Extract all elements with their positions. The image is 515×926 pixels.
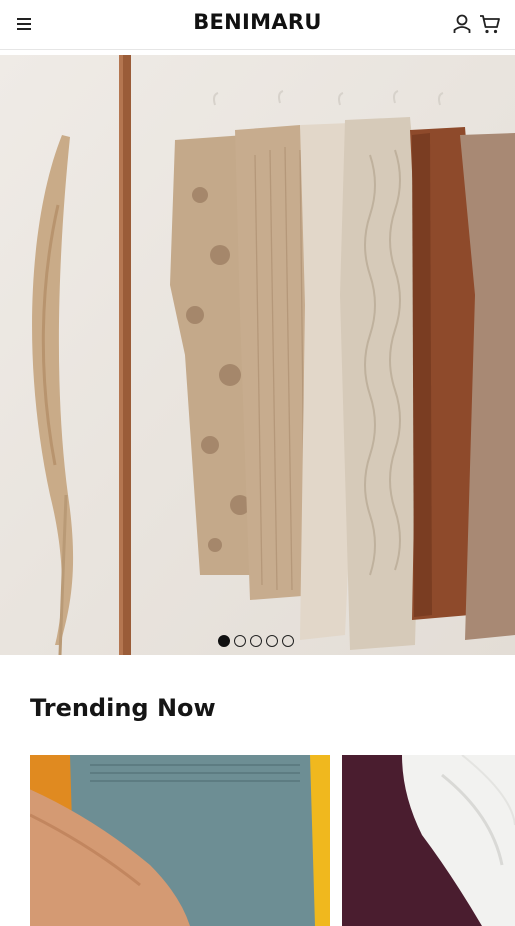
carousel-dot-5[interactable] [282, 635, 294, 647]
site-logo[interactable]: BENIMARU [0, 10, 515, 34]
carousel-dots [218, 635, 294, 647]
cart-icon[interactable] [479, 13, 501, 35]
product-card-2[interactable] [342, 755, 515, 926]
hero-image [0, 55, 515, 655]
product-card-1[interactable] [30, 755, 330, 926]
carousel-dot-1[interactable] [218, 635, 230, 647]
carousel-dot-3[interactable] [250, 635, 262, 647]
carousel-dot-2[interactable] [234, 635, 246, 647]
product-image-1 [30, 755, 330, 926]
carousel-dot-4[interactable] [266, 635, 278, 647]
site-header: BENIMARU [0, 0, 515, 50]
trending-title: Trending Now [30, 694, 216, 722]
hero-carousel[interactable] [0, 55, 515, 655]
product-image-2 [342, 755, 515, 926]
user-icon[interactable] [452, 13, 472, 35]
